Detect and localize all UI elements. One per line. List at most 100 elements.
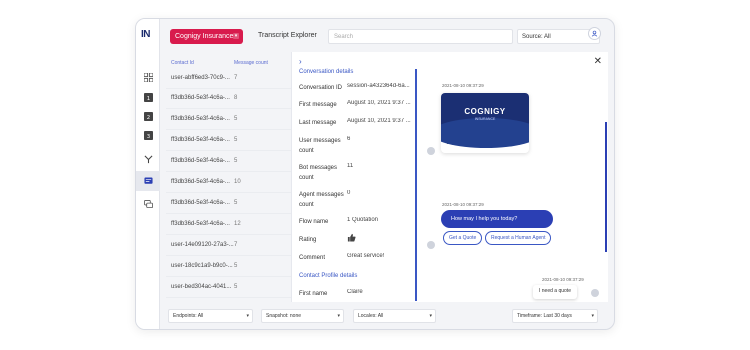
message-timestamp: 2021-08-10 09:37:29 xyxy=(542,277,584,282)
table-row[interactable]: user-abff6ed3-70c9-... 7 xyxy=(166,69,294,89)
sidebar: IN 1 2 3 xyxy=(136,19,160,329)
field-key: Comment xyxy=(299,255,326,261)
contact-id: user-14e09120-27a3-... xyxy=(171,242,234,248)
message-count: 12 xyxy=(234,221,241,227)
contact-id: user-bed304ac-4041... xyxy=(171,284,232,290)
table-row[interactable]: user-14e09120-27a3-... 7 xyxy=(166,236,294,256)
contact-id: user-abff6ed3-70c9-... xyxy=(171,75,230,81)
message-count: 5 xyxy=(234,158,238,164)
svg-text:2: 2 xyxy=(146,114,149,120)
contacts-table: Contact Id Message count user-abff6ed3-7… xyxy=(166,57,294,305)
header-message-count[interactable]: Message count xyxy=(234,60,268,66)
field-key: Flow name xyxy=(299,219,329,225)
message-count: 8 xyxy=(234,95,238,101)
field-key: User messages count xyxy=(299,138,341,154)
field-value: Claire xyxy=(347,289,363,295)
report-1-icon[interactable]: 1 xyxy=(140,89,156,105)
table-row[interactable]: ff3db36d-5e3f-4c6a-... 5 xyxy=(166,110,294,130)
message-count: 5 xyxy=(234,200,238,206)
user-message-bubble: I need a quote xyxy=(533,285,577,299)
message-count: 10 xyxy=(234,179,241,185)
contact-id: ff3db36d-5e3f-4c6a-... xyxy=(171,179,230,185)
field-value: 6 xyxy=(347,136,351,142)
endpoints-filter[interactable]: Endpoints: All ▾ xyxy=(168,309,253,323)
contact-id: ff3db36d-5e3f-4c6a-... xyxy=(171,200,230,206)
app-window: IN 1 2 3 Cognigy Insurance ▾ Transcript … xyxy=(135,18,615,330)
flow-branch-icon[interactable] xyxy=(140,151,156,167)
message-timestamp: 2021-08-10 09:37:29 xyxy=(442,83,484,88)
message-count: 7 xyxy=(234,75,238,81)
contact-profile-title: Contact Profile details xyxy=(299,273,358,279)
app-logo: IN xyxy=(141,29,151,40)
table-row[interactable]: user-18c9c1a9-b9c0-... 5 xyxy=(166,257,294,277)
locales-filter-label: Locales: All xyxy=(358,313,384,319)
contact-id: ff3db36d-5e3f-4c6a-... xyxy=(171,116,230,122)
contact-id: ff3db36d-5e3f-4c6a-... xyxy=(171,137,230,143)
search-input[interactable]: Search xyxy=(328,29,513,44)
bot-message-bubble: How may I help you today? xyxy=(441,210,553,228)
report-3-icon[interactable]: 3 xyxy=(140,127,156,143)
field-value: 1 Quotation xyxy=(347,217,379,223)
locales-filter[interactable]: Locales: All ▾ xyxy=(353,309,436,323)
table-row[interactable]: ff3db36d-5e3f-4c6a-... 5 xyxy=(166,131,294,151)
contact-id: ff3db36d-5e3f-4c6a-... xyxy=(171,95,230,101)
page-title: Transcript Explorer xyxy=(258,32,317,39)
chevron-down-icon: ▾ xyxy=(591,313,594,319)
contact-id: user-18c9c1a9-b9c0-... xyxy=(171,263,233,269)
svg-text:1: 1 xyxy=(146,95,149,101)
field-key: Conversation ID xyxy=(299,85,343,91)
svg-text:3: 3 xyxy=(146,133,149,139)
field-key: First message xyxy=(299,102,337,108)
field-value: 0 xyxy=(347,190,351,196)
contact-id: ff3db36d-5e3f-4c6a-... xyxy=(171,221,230,227)
table-row[interactable]: ff3db36d-5e3f-4c6a-... 10 xyxy=(166,173,294,193)
transcript-panel: ✕ 2021-08-10 09:37:29 COGNIGY INSURANCE … xyxy=(418,52,608,302)
table-row[interactable]: ff3db36d-5e3f-4c6a-... 5 xyxy=(166,194,294,214)
quick-reply-button[interactable]: Get a Quote xyxy=(443,231,483,245)
conversation-details-title: Conversation details xyxy=(299,69,354,75)
report-2-icon[interactable]: 2 xyxy=(140,108,156,124)
field-value: session-a432364d-6a... xyxy=(347,83,410,89)
details-scrollbar[interactable] xyxy=(415,69,417,301)
filter-bar: Endpoints: All ▾ Snapshot: none ▾ Locale… xyxy=(160,309,614,329)
field-key: Rating xyxy=(299,237,317,243)
thumbs-up-icon xyxy=(347,233,411,244)
conversation-details-panel: › Conversation details Conversation ID s… xyxy=(291,52,419,302)
table-row[interactable]: ff3db36d-5e3f-4c6a-... 8 xyxy=(166,89,294,109)
chevron-right-icon[interactable]: › xyxy=(299,57,302,66)
chevron-down-icon: ▾ xyxy=(429,313,432,319)
quick-reply-button[interactable]: Request a Human Agent xyxy=(485,231,552,245)
header-contact-id[interactable]: Contact Id xyxy=(171,60,194,66)
field-value: August 10, 2021 9:37 ... xyxy=(347,100,411,106)
table-row[interactable]: ff3db36d-5e3f-4c6a-... 12 xyxy=(166,215,294,235)
card-brand-logo: COGNIGY xyxy=(464,107,506,116)
message-timestamp: 2021-08-10 09:37:29 xyxy=(442,202,484,207)
close-icon[interactable]: ✕ xyxy=(594,56,602,67)
field-value: 11 xyxy=(347,163,354,169)
bot-avatar xyxy=(427,147,435,155)
message-count: 5 xyxy=(234,284,238,290)
timeframe-filter-label: Timeframe: Last 30 days xyxy=(517,313,572,319)
message-count: 7 xyxy=(234,242,238,248)
project-selector[interactable]: Cognigy Insurance ▾ xyxy=(170,29,243,44)
snapshot-filter[interactable]: Snapshot: none ▾ xyxy=(261,309,344,323)
message-count: 5 xyxy=(234,116,238,122)
table-row[interactable]: ff3db36d-5e3f-4c6a-... 5 xyxy=(166,152,294,172)
chevron-down-icon: ▾ xyxy=(337,313,340,319)
user-icon[interactable] xyxy=(588,27,601,40)
endpoints-filter-label: Endpoints: All xyxy=(173,313,204,319)
welcome-card: COGNIGY INSURANCE Welcome to Cognigy Ins… xyxy=(441,93,529,153)
user-avatar xyxy=(591,289,599,297)
chevron-down-icon: ▾ xyxy=(233,33,239,39)
table-row[interactable]: user-bed304ac-4041... 5 xyxy=(166,278,294,298)
field-value: Great service! xyxy=(347,253,385,259)
transcript-explorer-icon[interactable] xyxy=(136,171,160,191)
snapshot-filter-label: Snapshot: none xyxy=(266,313,302,319)
field-key: Bot messages count xyxy=(299,165,338,181)
messages-icon[interactable] xyxy=(140,196,156,212)
project-name: Cognigy Insurance xyxy=(175,33,234,40)
timeframe-filter[interactable]: Timeframe: Last 30 days ▾ xyxy=(512,309,598,323)
dashboard-icon[interactable] xyxy=(140,69,156,85)
transcript-scrollbar[interactable] xyxy=(605,122,607,252)
field-key: Agent messages count xyxy=(299,192,344,208)
